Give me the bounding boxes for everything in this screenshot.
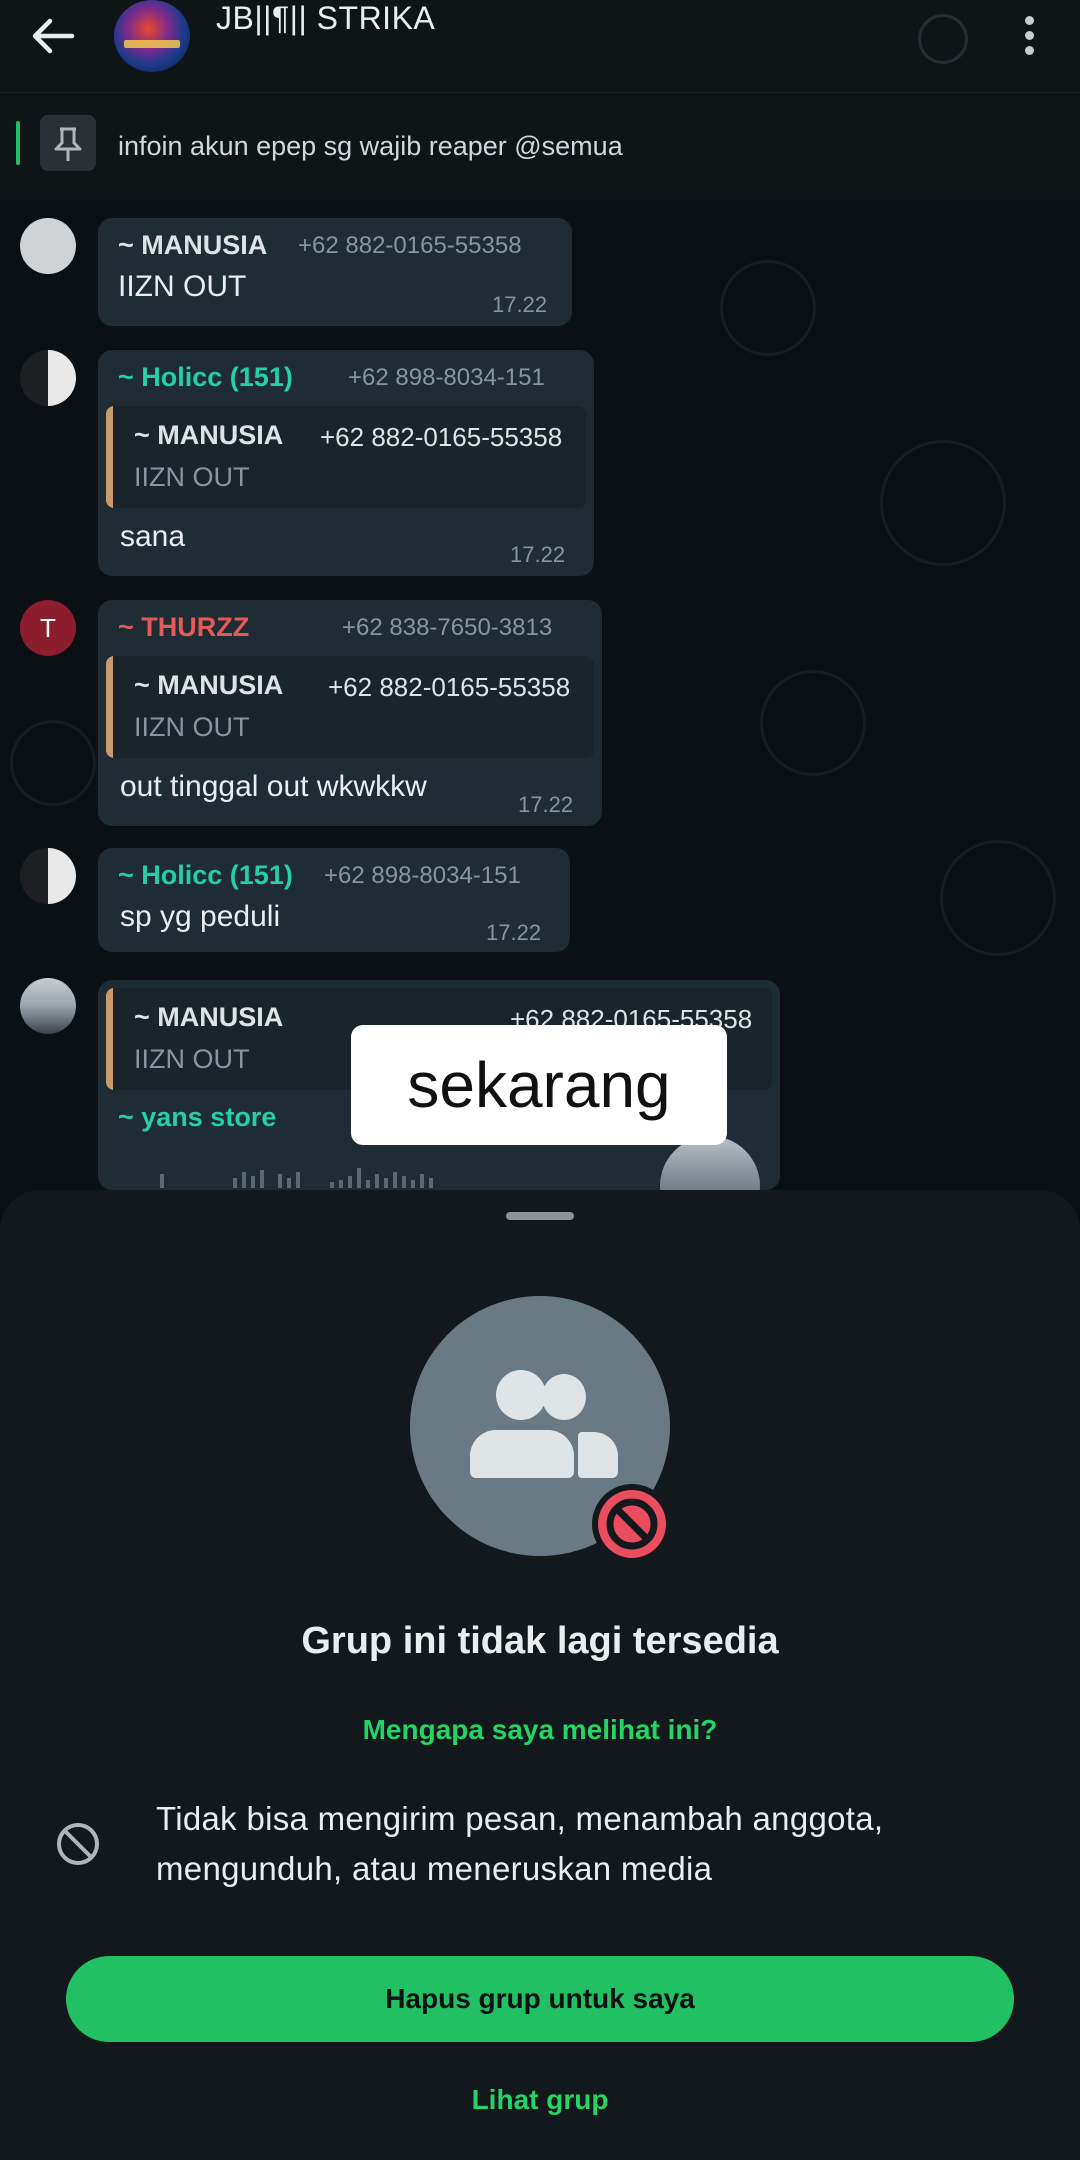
quoted-message[interactable]: ~ MANUSIA +62 882-0165-55358 IIZN OUT	[106, 406, 586, 508]
group-title[interactable]: JB||¶|| STRIKA	[216, 0, 435, 37]
view-group-link[interactable]: Lihat grup	[0, 2084, 1080, 2116]
quoted-phone: +62 882-0165-55358	[328, 672, 571, 702]
message-time: 17.22	[486, 920, 542, 945]
quote-bar	[106, 406, 113, 508]
call-icon[interactable]	[918, 14, 968, 64]
quote-bar	[106, 656, 113, 758]
why-link[interactable]: Mengapa saya melihat ini?	[0, 1714, 1080, 1746]
quoted-text: IIZN OUT	[134, 1044, 250, 1074]
bottom-sheet: Grup ini tidak lagi tersedia Mengapa say…	[0, 1190, 1080, 2160]
pinned-message-text: infoin akun epep sg wajib reaper @semua	[118, 131, 623, 161]
sender-phone: +62 898-8034-151	[348, 364, 545, 391]
sheet-title: Grup ini tidak lagi tersedia	[301, 1620, 779, 1662]
ban-icon	[57, 1823, 99, 1865]
quote-bar	[106, 988, 113, 1090]
quoted-message[interactable]: ~ MANUSIA +62 882-0165-55358 IIZN OUT	[106, 656, 594, 758]
pinned-message-bar[interactable]: infoin akun epep sg wajib reaper @semua	[0, 92, 1080, 201]
sender-phone: +62 838-7650-3813	[342, 614, 553, 641]
quoted-phone: +62 882-0165-55358	[320, 422, 563, 452]
pin-icon	[40, 115, 96, 171]
chat-header: JB||¶|| STRIKA	[0, 0, 1080, 92]
message-bubble[interactable]: ~ THURZZ +62 838-7650-3813 ~ MANUSIA +62…	[98, 600, 602, 826]
quoted-text: IIZN OUT	[134, 712, 250, 742]
avatar[interactable]	[20, 978, 76, 1034]
message-text: sp yg peduli	[120, 900, 281, 933]
sender-name[interactable]: ~ THURZZ	[118, 612, 249, 643]
sender-name[interactable]: ~ Holicc (151)	[118, 362, 293, 393]
avatar-letter[interactable]: T	[20, 600, 76, 656]
group-avatar[interactable]	[114, 0, 190, 72]
voice-waveform[interactable]	[160, 1168, 620, 1190]
quoted-text: IIZN OUT	[134, 462, 250, 492]
quoted-sender: ~ MANUSIA	[134, 420, 284, 450]
message-bubble[interactable]: ~ Holicc (151) +62 898-8034-151 ~ MANUSI…	[98, 350, 594, 576]
sender-name[interactable]: ~ Holicc (151)	[118, 860, 293, 891]
restriction-info: Tidak bisa mengirim pesan, menambah angg…	[156, 1800, 884, 1887]
overlay-caption: sekarang	[351, 1025, 727, 1145]
delete-group-button[interactable]: Hapus grup untuk saya	[66, 1956, 1014, 2042]
pinned-indicator	[16, 121, 20, 165]
quoted-sender: ~ MANUSIA	[134, 670, 284, 700]
quoted-sender: ~ MANUSIA	[134, 1002, 284, 1032]
sender-name[interactable]: ~ MANUSIA	[118, 230, 267, 261]
avatar[interactable]	[20, 350, 76, 406]
message-time: 17.22	[492, 292, 548, 317]
message-time: 17.22	[518, 792, 574, 817]
sender-phone: +62 898-8034-151	[324, 862, 521, 889]
more-vertical-icon[interactable]	[1024, 16, 1036, 56]
message-time: 17.22	[510, 542, 566, 567]
drag-handle[interactable]	[506, 1212, 574, 1220]
message-text: IIZN OUT	[118, 270, 247, 303]
message-text: sana	[120, 520, 186, 553]
sender-phone: +62 882-0165-55358	[298, 232, 522, 259]
avatar[interactable]	[20, 848, 76, 904]
arrow-left-icon[interactable]	[28, 16, 80, 56]
sender-name[interactable]: ~ yans store	[118, 1102, 276, 1133]
message-bubble[interactable]: ~ MANUSIA +62 882-0165-55358 IIZN OUT 17…	[98, 218, 572, 326]
message-text: out tinggal out wkwkkw	[120, 770, 427, 803]
avatar[interactable]	[20, 218, 76, 274]
message-bubble[interactable]: ~ Holicc (151) +62 898-8034-151 sp yg pe…	[98, 848, 570, 952]
ban-badge-icon	[592, 1484, 672, 1564]
